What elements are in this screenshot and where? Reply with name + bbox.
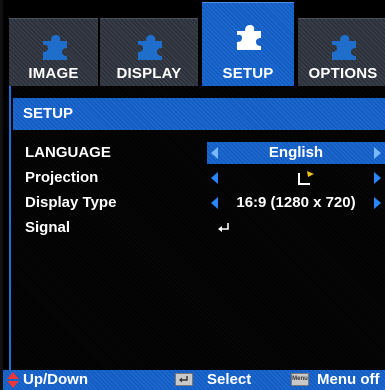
panel-title: SETUP — [13, 98, 385, 130]
language-selector[interactable]: English — [207, 142, 385, 164]
arrow-right-icon[interactable] — [374, 172, 381, 184]
menu-row-language[interactable]: LANGUAGE English — [11, 142, 385, 164]
menu-row-signal[interactable]: Signal — [11, 217, 385, 239]
up-down-arrows-icon — [7, 372, 19, 388]
menu-row-display-type[interactable]: Display Type 16:9 (1280 x 720) — [11, 192, 385, 214]
menu-row-label: Display Type — [25, 194, 117, 211]
arrow-left-icon[interactable] — [211, 197, 218, 209]
arrow-left-icon[interactable] — [211, 172, 218, 184]
menu-row-projection[interactable]: Projection — [11, 167, 385, 189]
tab-display[interactable]: DISPLAY — [100, 18, 198, 86]
status-bar: Up/Down Select Menu Menu off — [3, 370, 385, 390]
menu-key-icon: Menu — [291, 373, 309, 386]
menu-row-label: LANGUAGE — [25, 144, 111, 161]
tab-options[interactable]: OPTIONS — [298, 18, 385, 86]
tab-options-label: OPTIONS — [308, 65, 378, 82]
select-hint: Select — [207, 371, 252, 388]
menu-row-label: Projection — [25, 169, 99, 186]
puzzle-piece-icon — [237, 25, 261, 50]
display-type-selector[interactable]: 16:9 (1280 x 720) — [207, 192, 385, 214]
projection-selector[interactable] — [207, 167, 385, 189]
tab-setup[interactable]: SETUP — [202, 2, 294, 86]
puzzle-piece-icon — [138, 35, 162, 60]
projection-front-icon — [298, 171, 314, 185]
arrow-left-icon[interactable] — [211, 147, 218, 159]
tab-image-label: IMAGE — [28, 65, 79, 82]
menu-row-label: Signal — [25, 219, 71, 236]
language-value: English — [268, 144, 324, 161]
tab-display-label: DISPLAY — [116, 65, 182, 82]
arrow-right-icon[interactable] — [374, 147, 381, 159]
tab-bar: IMAGE DISPLAY SETUP OPTIONS — [9, 0, 385, 86]
enter-arrow-icon — [218, 223, 229, 232]
display-type-value: 16:9 (1280 x 720) — [236, 194, 356, 211]
tab-image[interactable]: IMAGE — [9, 18, 98, 86]
projector-osd: IMAGE DISPLAY SETUP OPTIONS SETUP LANGUA… — [0, 0, 385, 390]
puzzle-piece-icon — [332, 35, 356, 60]
menu-off-hint: Menu off — [317, 371, 380, 388]
enter-key-icon — [175, 373, 193, 386]
updown-hint: Up/Down — [23, 371, 88, 388]
signal-enter[interactable] — [207, 217, 385, 239]
setup-panel: SETUP LANGUAGE English Projection Displa… — [9, 86, 385, 370]
arrow-right-icon[interactable] — [374, 197, 381, 209]
tab-setup-label: SETUP — [222, 65, 274, 82]
puzzle-piece-icon — [42, 35, 67, 60]
